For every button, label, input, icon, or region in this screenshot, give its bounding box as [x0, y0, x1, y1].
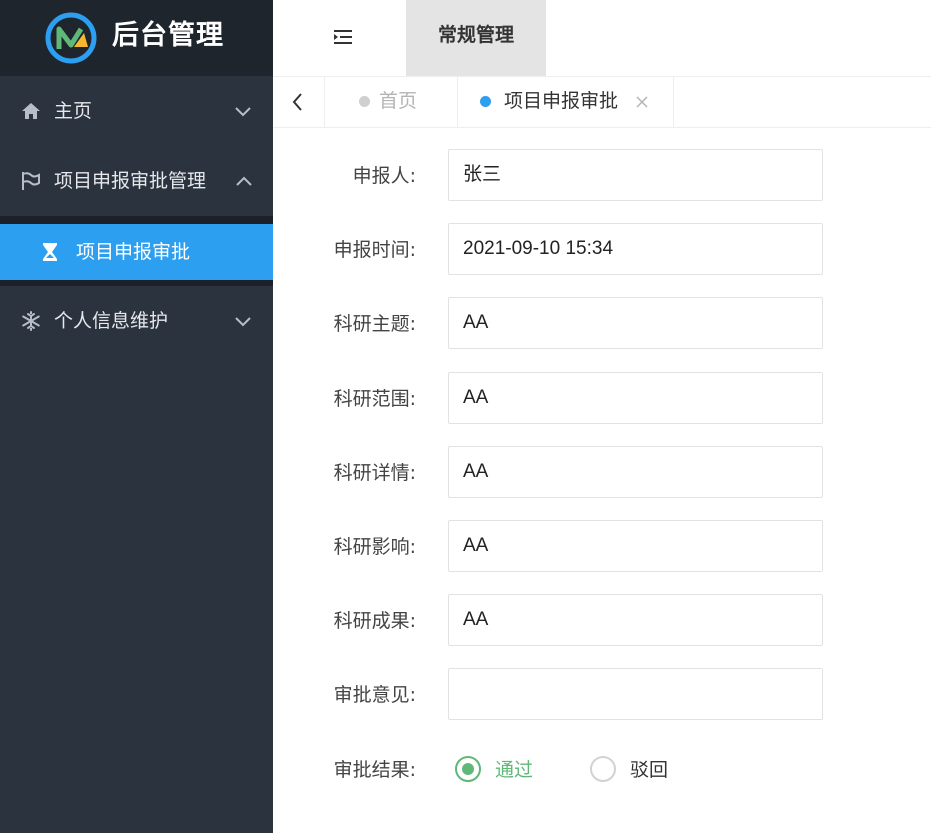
top-nav-tab-general-management[interactable]: 常规管理 — [406, 0, 546, 76]
approval-form: 申报人: 张三 申报时间: 2021-09-10 15:34 科研主题: AA … — [273, 127, 931, 833]
tabs-scroll-left-button[interactable] — [273, 77, 325, 127]
radio-circle — [455, 756, 481, 782]
flag-icon — [22, 172, 40, 190]
research-details-field[interactable]: AA — [448, 446, 823, 498]
field-label-research-results: 科研成果: — [333, 610, 416, 632]
home-icon — [22, 103, 40, 119]
hourglass-icon — [43, 243, 57, 261]
chevron-down-icon — [235, 107, 251, 117]
field-label-research-impact: 科研影响: — [333, 536, 416, 558]
sidebar: 后台管理 主页 项目申报审批管理 项目申报审批 个人信息维护 — [0, 0, 273, 833]
tab-label: 项目申报审批 — [504, 90, 619, 112]
snowflake-icon — [22, 311, 40, 331]
applicant-field[interactable]: 张三 — [448, 149, 823, 201]
sidebar-item-label: 个人信息维护 — [54, 310, 169, 332]
research-results-field[interactable]: AA — [448, 594, 823, 646]
app-title: 后台管理 — [112, 20, 224, 51]
approval-opinion-field[interactable] — [448, 668, 823, 720]
radio-label: 通过 — [495, 759, 534, 781]
research-impact-field[interactable]: AA — [448, 520, 823, 572]
field-label-applicant: 申报人: — [352, 165, 416, 187]
close-icon[interactable] — [636, 96, 648, 108]
sidebar-item-home[interactable]: 主页 — [0, 76, 273, 146]
sidebar-subitem-label: 项目申报审批 — [76, 241, 191, 263]
logo-bar: 后台管理 — [0, 0, 273, 76]
tab-home[interactable]: 首页 — [325, 77, 458, 127]
research-topic-field[interactable]: AA — [448, 297, 823, 349]
tab-status-dot — [359, 96, 370, 107]
field-label-approval-result: 审批结果: — [333, 759, 416, 781]
top-header: 常规管理 — [273, 0, 931, 77]
research-scope-field[interactable]: AA — [448, 372, 823, 424]
tab-status-dot — [480, 96, 491, 107]
sidebar-item-project-approval[interactable]: 项目申报审批 — [0, 224, 273, 280]
sidebar-item-personal-info[interactable]: 个人信息维护 — [0, 286, 273, 356]
field-label-research-details: 科研详情: — [333, 462, 416, 484]
radio-circle — [590, 756, 616, 782]
sidebar-item-label: 项目申报审批管理 — [54, 170, 207, 192]
field-label-approval-opinion: 审批意见: — [333, 684, 416, 706]
radio-label: 驳回 — [630, 759, 669, 781]
field-label-research-scope: 科研范围: — [333, 388, 416, 410]
apply-time-field[interactable]: 2021-09-10 15:34 — [448, 223, 823, 275]
sidebar-item-label: 主页 — [54, 100, 93, 122]
chevron-down-icon — [235, 317, 251, 327]
field-label-apply-time: 申报时间: — [333, 239, 416, 261]
tab-label: 首页 — [379, 90, 418, 112]
logo-icon — [45, 12, 97, 64]
sidebar-item-project-approval-management[interactable]: 项目申报审批管理 — [0, 146, 273, 216]
chevron-left-icon — [292, 93, 302, 111]
tab-project-approval[interactable]: 项目申报审批 — [458, 77, 674, 127]
page-tabs-bar: 首页 项目申报审批 — [273, 77, 931, 128]
menu-collapse-icon[interactable] — [329, 24, 359, 50]
field-label-research-topic: 科研主题: — [333, 313, 416, 335]
chevron-up-icon — [236, 176, 252, 186]
